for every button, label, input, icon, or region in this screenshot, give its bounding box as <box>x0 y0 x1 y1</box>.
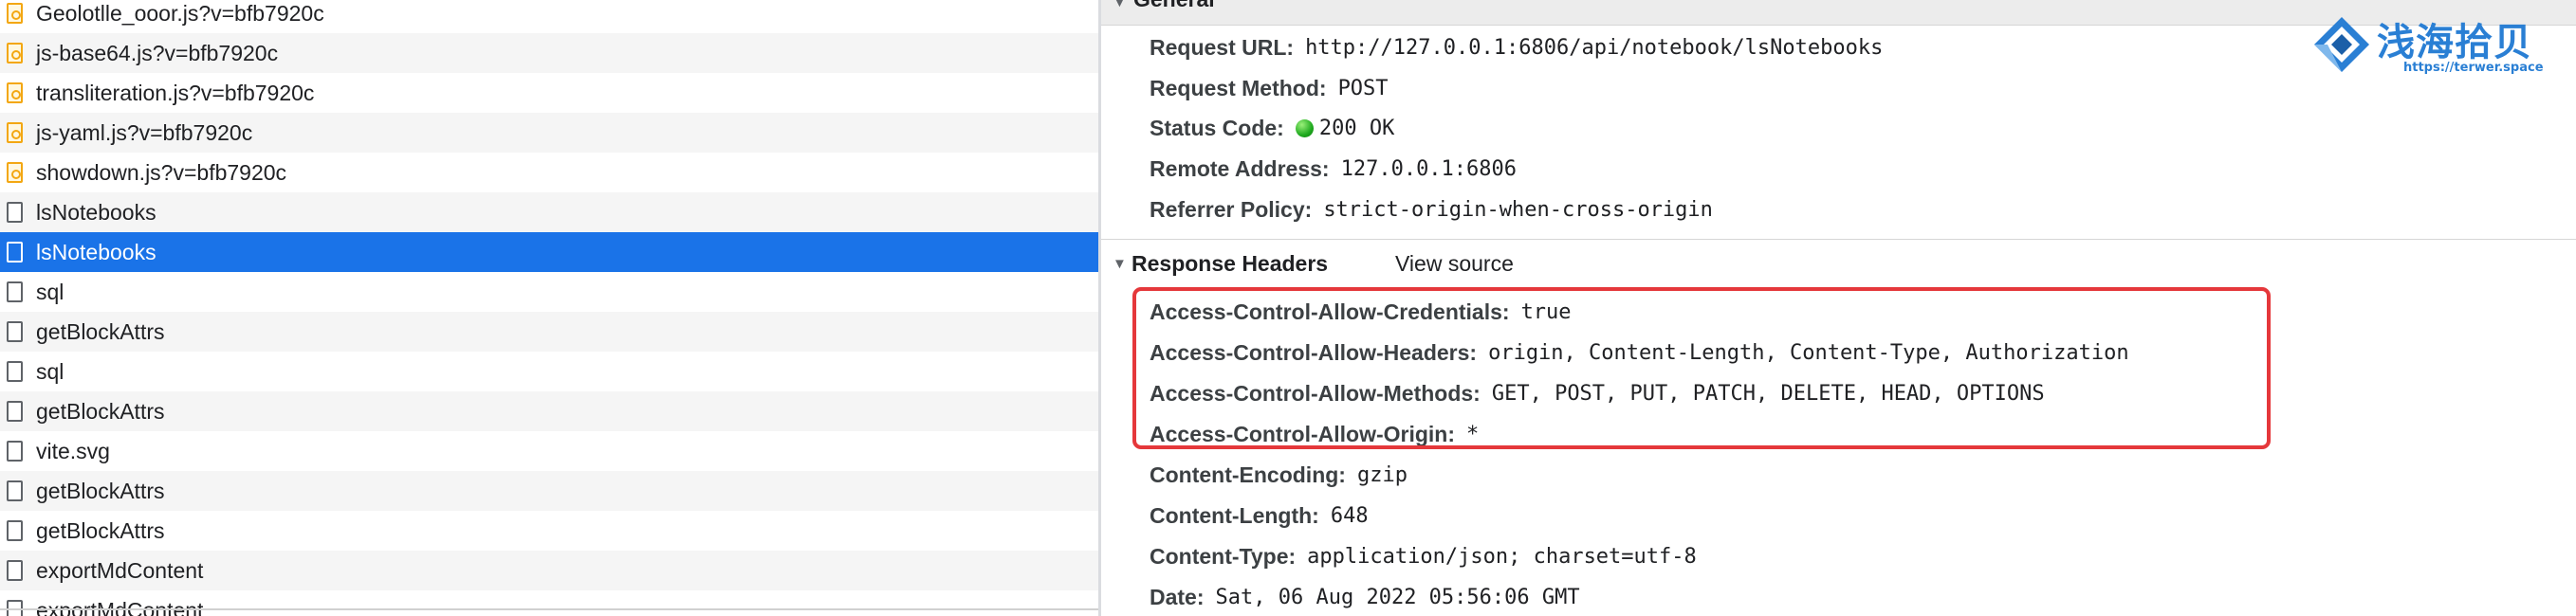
request-row[interactable]: exportMdContent <box>0 551 1098 590</box>
status-ok-icon <box>1295 118 1314 137</box>
status-code-row: Status Code: 200 OK <box>1150 109 1394 147</box>
header-key: Date: <box>1150 584 1205 609</box>
document-icon <box>7 520 23 541</box>
header-key: Content-Encoding: <box>1150 462 1346 487</box>
request-row[interactable]: vite.svg <box>0 431 1098 471</box>
request-name: sql <box>36 279 64 304</box>
request-row[interactable]: transliteration.js?v=bfb7920c <box>0 73 1098 113</box>
request-name: lsNotebooks <box>36 199 156 225</box>
js-file-icon <box>7 82 23 103</box>
header-value: 648 <box>1330 503 1369 528</box>
request-method-row: Request Method: POST <box>1150 69 1389 107</box>
watermark-url: https://terwer.space <box>2403 61 2544 75</box>
header-value: Sat, 06 Aug 2022 05:56:06 GMT <box>1215 585 1580 609</box>
document-icon <box>7 480 23 501</box>
diamond-logo-icon <box>2314 17 2369 72</box>
request-row[interactable]: sql <box>0 272 1098 312</box>
request-name: showdown.js?v=bfb7920c <box>36 159 287 185</box>
response-header-row: Date: Sat, 06 Aug 2022 05:56:06 GMT <box>1150 578 1580 616</box>
request-name: exportMdContent <box>36 557 204 583</box>
document-icon <box>7 361 23 382</box>
triangle-down-icon[interactable]: ▼ <box>1113 256 1127 272</box>
header-key: Content-Type: <box>1150 543 1297 569</box>
request-name: transliteration.js?v=bfb7920c <box>36 80 315 105</box>
request-row[interactable]: js-yaml.js?v=bfb7920c <box>0 113 1098 153</box>
request-list: Geolotlle_ooor.js?v=bfb7920c js-base64.j… <box>0 0 1098 616</box>
request-row[interactable]: js-base64.js?v=bfb7920c <box>0 33 1098 73</box>
js-file-icon <box>7 122 23 143</box>
request-row[interactable]: exportMdContent <box>0 590 1098 616</box>
header-value: 127.0.0.1:6806 <box>1340 156 1518 181</box>
document-icon <box>7 401 23 422</box>
request-row[interactable]: getBlockAttrs <box>0 312 1098 352</box>
request-name: getBlockAttrs <box>36 517 165 543</box>
list-bottom-border <box>0 608 1098 610</box>
request-name: js-base64.js?v=bfb7920c <box>36 40 279 65</box>
watermark-text: 浅海拾贝 <box>2377 21 2532 64</box>
header-key: Content-Length: <box>1150 502 1319 528</box>
watermark-logo: 浅海拾贝 https://terwer.space <box>2310 11 2555 78</box>
header-value: gzip <box>1356 462 1408 487</box>
request-name: Geolotlle_ooor.js?v=bfb7920c <box>36 0 324 26</box>
header-key: Status Code: <box>1150 115 1284 140</box>
view-source-link[interactable]: View source <box>1395 251 1514 277</box>
request-name: sql <box>36 358 64 384</box>
request-row[interactable]: sql <box>0 352 1098 391</box>
header-value: application/json; charset=utf-8 <box>1307 544 1697 569</box>
request-url-row: Request URL: http://127.0.0.1:6806/api/n… <box>1150 28 1883 66</box>
request-name: vite.svg <box>36 438 110 463</box>
document-icon <box>7 242 23 263</box>
response-headers-title[interactable]: Response Headers <box>1132 251 1328 277</box>
document-icon <box>7 441 23 462</box>
request-row[interactable]: showdown.js?v=bfb7920c <box>0 153 1098 192</box>
response-header-row: Content-Length: 648 <box>1150 497 1369 534</box>
response-header-row: Content-Encoding: gzip <box>1150 456 1408 494</box>
document-icon <box>7 560 23 581</box>
request-row[interactable]: getBlockAttrs <box>0 391 1098 431</box>
request-row[interactable]: getBlockAttrs <box>0 471 1098 511</box>
request-name: js-yaml.js?v=bfb7920c <box>36 119 253 145</box>
request-name: lsNotebooks <box>36 239 156 264</box>
js-file-icon <box>7 162 23 183</box>
header-key: Request Method: <box>1150 75 1327 100</box>
section-divider <box>1101 239 2576 240</box>
request-row-selected[interactable]: lsNotebooks <box>0 232 1098 272</box>
remote-address-row: Remote Address: 127.0.0.1:6806 <box>1150 150 1517 188</box>
triangle-down-icon[interactable]: ▼ <box>1113 0 1127 10</box>
document-icon <box>7 321 23 342</box>
request-name: getBlockAttrs <box>36 478 165 503</box>
header-value: strict-origin-when-cross-origin <box>1323 197 1713 222</box>
highlight-annotation-box <box>1132 287 2271 449</box>
general-title: General <box>1133 0 1215 12</box>
js-file-icon <box>7 43 23 63</box>
document-icon <box>7 202 23 223</box>
header-key: Referrer Policy: <box>1150 196 1313 222</box>
request-name: getBlockAttrs <box>36 398 165 424</box>
header-value: http://127.0.0.1:6806/api/notebook/lsNot… <box>1305 35 1884 60</box>
request-row[interactable]: Geolotlle_ooor.js?v=bfb7920c <box>0 0 1098 33</box>
header-value: POST <box>1337 76 1389 100</box>
js-file-icon <box>7 3 23 24</box>
request-name: exportMdContent <box>36 597 204 616</box>
request-row[interactable]: lsNotebooks <box>0 192 1098 232</box>
request-row[interactable]: getBlockAttrs <box>0 511 1098 551</box>
response-header-row: Content-Type: application/json; charset=… <box>1150 537 1697 575</box>
header-key: Request URL: <box>1150 34 1295 60</box>
document-icon <box>7 281 23 302</box>
referrer-policy-row: Referrer Policy: strict-origin-when-cros… <box>1150 190 1713 228</box>
network-request-list: Geolotlle_ooor.js?v=bfb7920c js-base64.j… <box>0 0 1098 616</box>
request-name: getBlockAttrs <box>36 318 165 344</box>
header-value: 200 OK <box>1318 116 1395 140</box>
header-key: Remote Address: <box>1150 155 1330 181</box>
